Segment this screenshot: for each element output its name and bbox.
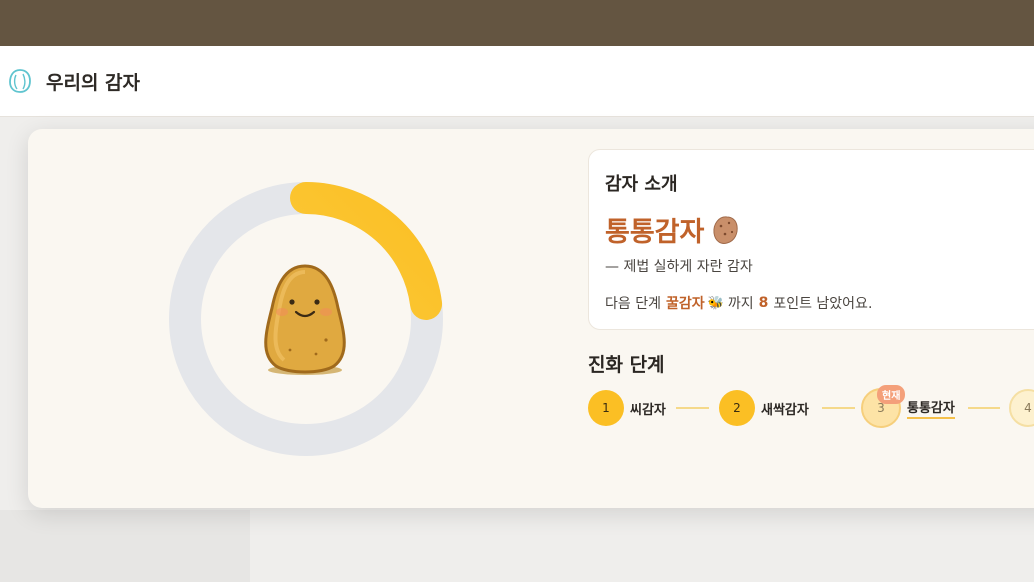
potato-name: 통통감자 (605, 210, 740, 249)
app-header: 우리의 감자 (0, 46, 1034, 117)
evolution-stage-3: 3 통통감자 (861, 388, 955, 428)
next-prefix: 다음 단계 (605, 296, 661, 312)
current-stage-badge: 현재 (877, 385, 906, 404)
app-title: 우리의 감자 (46, 71, 141, 94)
next-stage-name: 꿀감자 (665, 296, 705, 312)
stage-connector (968, 407, 1000, 409)
stage-label: 새싹감자 (761, 402, 809, 418)
stage-connector (822, 407, 855, 409)
potato-name-text: 통통감자 (605, 217, 705, 248)
potato-emoji-icon (713, 215, 739, 244)
intro-heading: 감자 소개 (605, 174, 678, 195)
potato-character-icon (264, 264, 346, 375)
evolution-stage-4: 4 (1009, 389, 1034, 427)
evolution-stage-2: 2 새싹감자 (719, 390, 809, 426)
next-suffix: 포인트 남았어요. (773, 296, 873, 312)
stage-label: 통통감자 (907, 397, 955, 419)
potato-intro-box: 감자 소개 통통감자 — 제법 실하게 자란 감자 다음 단계 꿀감자 🐝 까지… (588, 149, 1034, 330)
background-header (0, 0, 1034, 46)
stage-number: 2 (719, 390, 755, 426)
next-stage-info: 다음 단계 꿀감자 🐝 까지 8 포인트 남았어요. (605, 293, 872, 313)
next-mid: 까지 (727, 296, 754, 312)
potato-logo-icon (9, 69, 31, 93)
stage-connector (676, 407, 709, 409)
bee-icon: 🐝 (707, 295, 724, 311)
points-remaining: 8 (758, 295, 769, 311)
evolution-title: 진화 단계 (588, 354, 665, 376)
evolution-stage-1: 1 씨감자 (588, 390, 666, 426)
stage-number: 4 (1009, 389, 1034, 427)
potato-description: — 제법 실하게 자란 감자 (605, 259, 753, 275)
background-panel (0, 510, 250, 582)
stage-number: 1 (588, 390, 624, 426)
stage-label: 씨감자 (630, 402, 666, 418)
